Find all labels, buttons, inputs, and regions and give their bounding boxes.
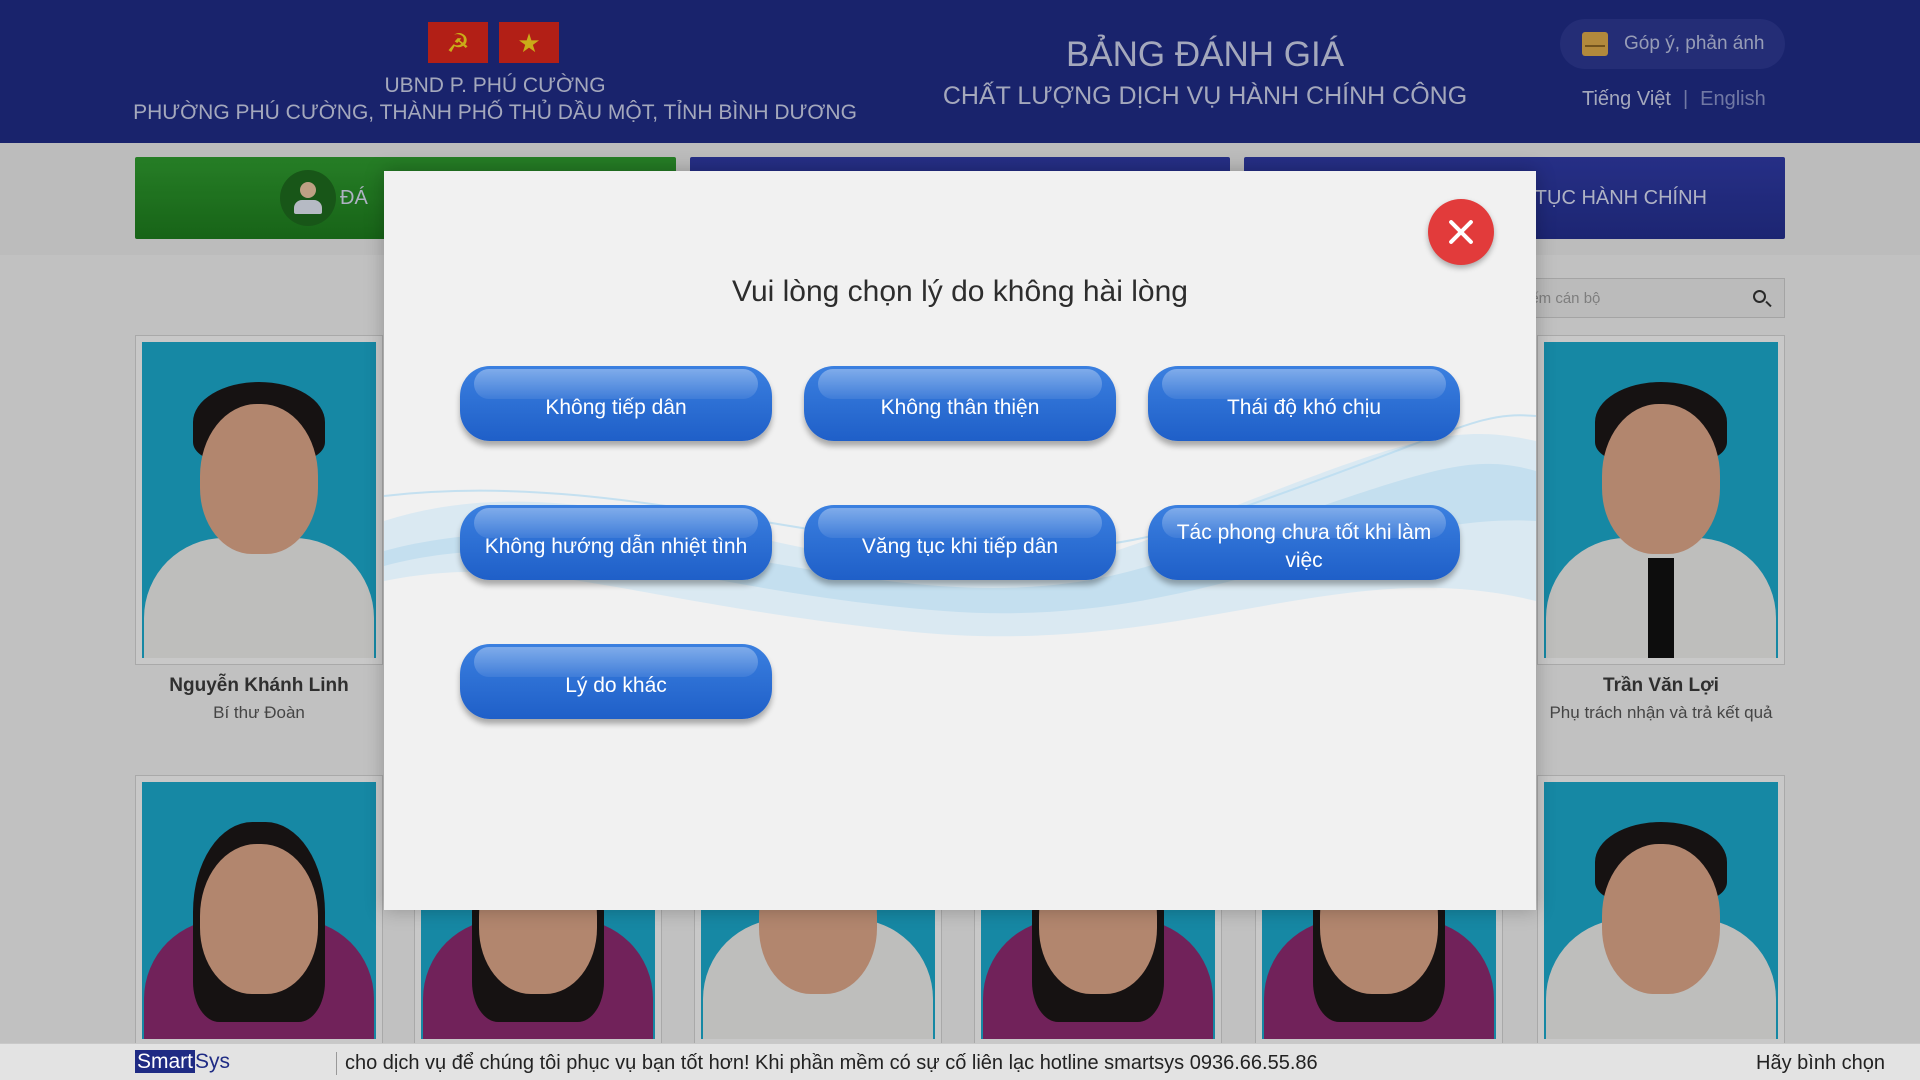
reason-button-rude-language[interactable]: Văng tục khi tiếp dân bbox=[804, 505, 1116, 580]
reason-button-unpleasant-attitude[interactable]: Thái độ khó chịu bbox=[1148, 366, 1460, 441]
reason-label: Tác phong chưa tốt khi làm việc bbox=[1176, 520, 1432, 572]
reason-label: Không thân thiện bbox=[880, 395, 1040, 419]
reason-button-no-reception[interactable]: Không tiếp dân bbox=[460, 366, 772, 441]
reason-button-other[interactable]: Lý do khác bbox=[460, 644, 772, 719]
brand-logo: SmartSys bbox=[135, 1050, 230, 1074]
reason-label: Không tiếp dân bbox=[545, 395, 687, 419]
reason-label: Không hướng dẫn nhiệt tình bbox=[484, 534, 748, 558]
brand-sys: Sys bbox=[195, 1050, 231, 1073]
vote-prompt: Hãy bình chọn bbox=[1756, 1052, 1885, 1074]
ticker-text: cho dịch vụ để chúng tôi phục vụ bạn tốt… bbox=[336, 1052, 1318, 1075]
brand-smart: Smart bbox=[135, 1050, 196, 1073]
reason-button-no-guidance[interactable]: Không hướng dẫn nhiệt tình bbox=[460, 505, 772, 580]
reason-label: Lý do khác bbox=[565, 673, 667, 697]
modal-title: Vui lòng chọn lý do không hài lòng bbox=[732, 275, 1188, 308]
reason-button-unfriendly[interactable]: Không thân thiện bbox=[804, 366, 1116, 441]
close-icon[interactable] bbox=[1428, 199, 1494, 265]
footer-ticker-bar: SmartSys cho dịch vụ để chúng tôi phục v… bbox=[0, 1043, 1920, 1080]
reason-label: Thái độ khó chịu bbox=[1226, 395, 1382, 419]
dissatisfaction-reason-modal: Vui lòng chọn lý do không hài lòng Không… bbox=[384, 171, 1536, 910]
reason-button-poor-conduct[interactable]: Tác phong chưa tốt khi làm việc bbox=[1148, 505, 1460, 580]
reason-label: Văng tục khi tiếp dân bbox=[861, 534, 1059, 558]
